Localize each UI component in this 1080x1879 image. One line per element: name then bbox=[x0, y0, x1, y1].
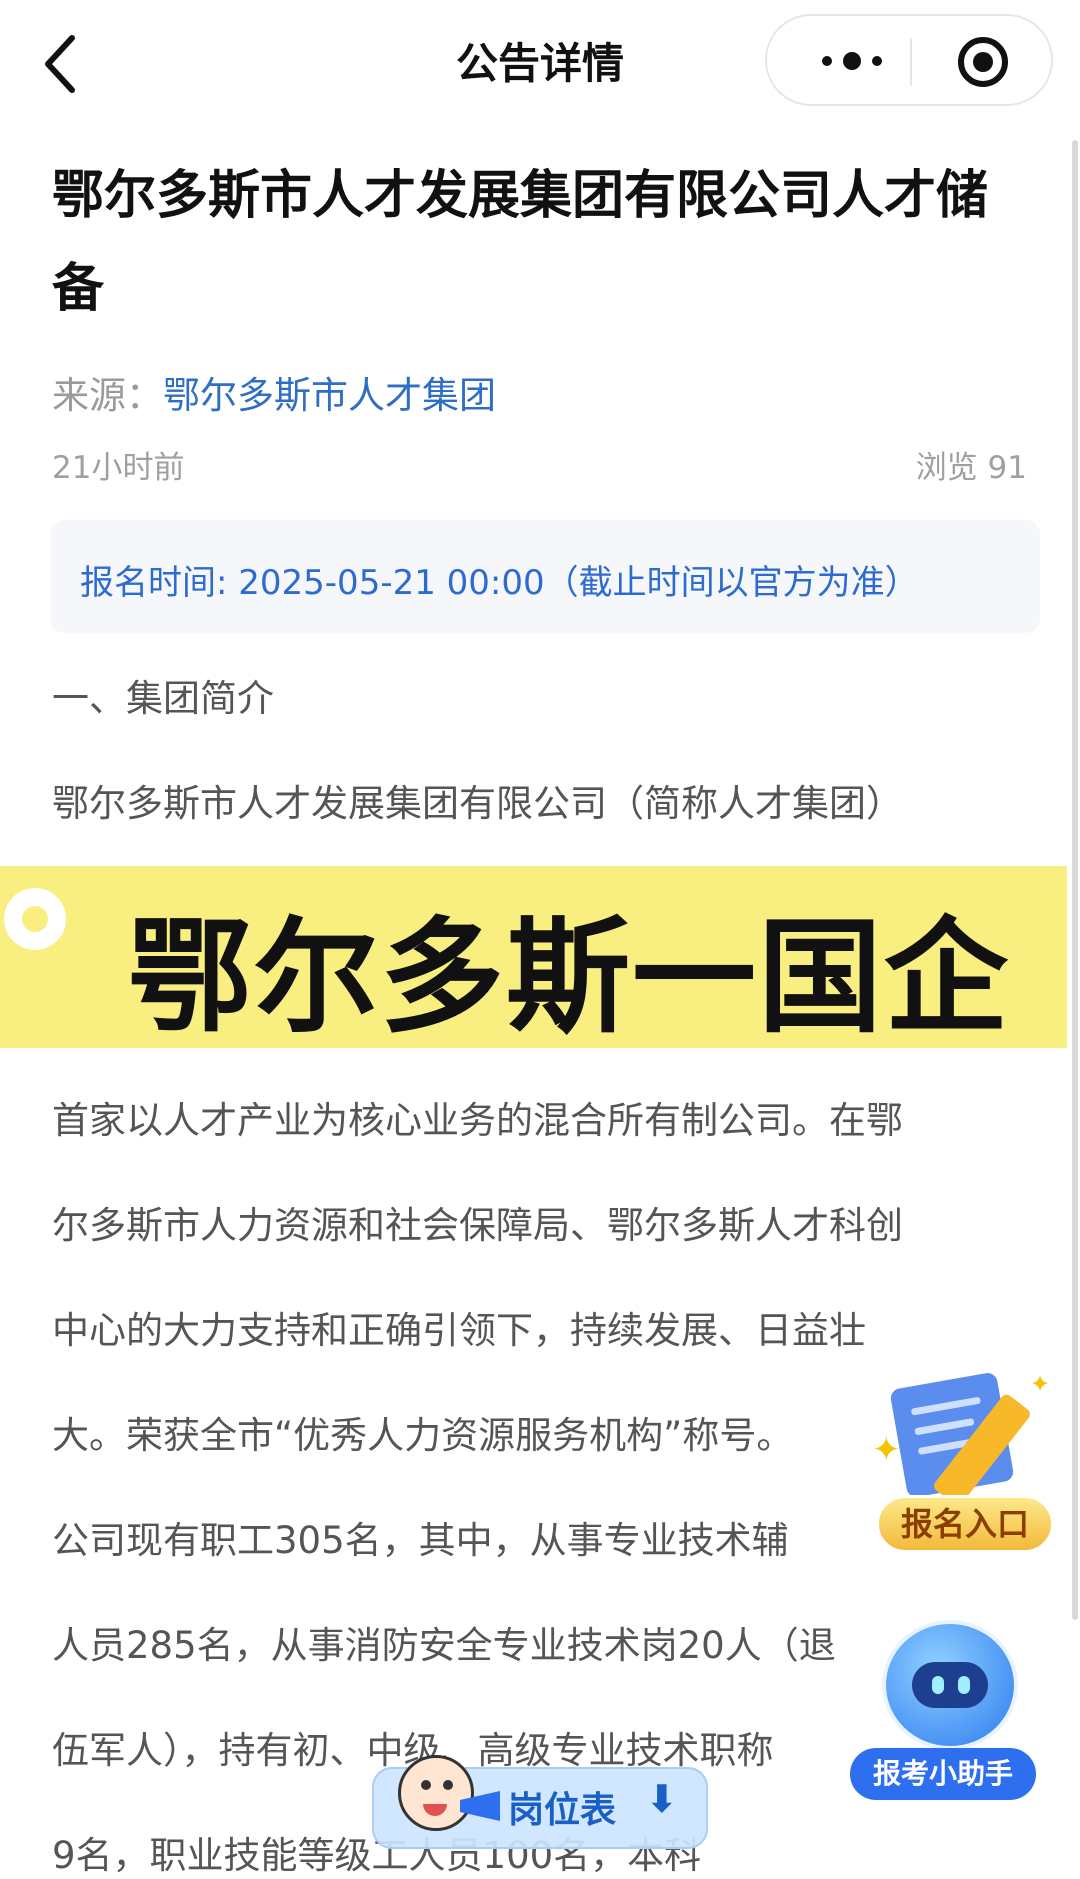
exam-assistant-label: 报考小助手 bbox=[850, 1748, 1036, 1800]
article-source: 来源：鄂尔多斯市人才集团 bbox=[52, 365, 496, 419]
paragraph-line: 大。荣获全市“优秀人力资源服务机构”称号。 bbox=[52, 1414, 794, 1457]
target-circle-icon bbox=[958, 37, 1008, 87]
scrollbar[interactable] bbox=[1072, 140, 1078, 1620]
navigation-bar: 公告详情 bbox=[0, 0, 1080, 125]
robot-icon bbox=[882, 1620, 1018, 1750]
exam-assistant-button[interactable]: 报考小助手 bbox=[850, 1610, 1050, 1810]
article-title: 鄂尔多斯市人才发展集团有限公司人才储备 bbox=[52, 166, 989, 319]
more-button[interactable] bbox=[807, 36, 897, 86]
mascot-icon bbox=[398, 1755, 474, 1831]
paragraph-line: 尔多斯市人力资源和社会保障局、鄂尔多斯人才科创 bbox=[52, 1204, 903, 1247]
source-link[interactable]: 鄂尔多斯市人才集团 bbox=[163, 374, 496, 417]
job-list-button[interactable]: 岗位表 ⬇ bbox=[372, 1755, 708, 1855]
paragraph-line: 鄂尔多斯市人才发展集团有限公司（简称人才集团） bbox=[52, 782, 903, 825]
banner-circle-decoration bbox=[4, 888, 66, 950]
job-list-label: 岗位表 bbox=[508, 1790, 617, 1831]
sparkle-icon: ✦ bbox=[1030, 1370, 1051, 1398]
sparkle-icon: ✦ bbox=[872, 1430, 901, 1470]
registration-info-box: 报名时间: 2025-05-21 00:00（截止时间以官方为准） bbox=[50, 520, 1040, 633]
view-count: 浏览 91 bbox=[915, 450, 1027, 486]
paragraph-line: 公司现有职工305名，其中，从事专业技术辅 bbox=[52, 1519, 789, 1562]
capsule-divider bbox=[910, 38, 912, 86]
section-heading: 一、集团简介 bbox=[52, 677, 274, 720]
publish-time: 21小时前 bbox=[52, 450, 185, 486]
close-target-button[interactable] bbox=[955, 34, 1011, 90]
paragraph-line: 人员285名，从事消防安全专业技术岗20人（退 bbox=[52, 1624, 836, 1667]
overlay-banner: 鄂尔多斯一国企 bbox=[0, 866, 1067, 1050]
miniprogram-capsule bbox=[765, 14, 1053, 106]
download-arrow-icon: ⬇ bbox=[646, 1777, 678, 1821]
register-entry-label: 报名入口 bbox=[876, 1495, 1054, 1553]
paragraph-line: 首家以人才产业为核心业务的混合所有制公司。在鄂 bbox=[52, 1099, 903, 1142]
registration-time: 报名时间: 2025-05-21 00:00（截止时间以官方为准） bbox=[80, 563, 919, 603]
banner-text: 鄂尔多斯一国企 bbox=[128, 906, 1011, 1050]
source-label: 来源： bbox=[52, 374, 163, 417]
paragraph-line: 中心的大力支持和正确引领下，持续发展、日益壮 bbox=[52, 1309, 866, 1352]
more-dots-icon bbox=[822, 52, 882, 70]
register-entry-button[interactable]: ✦ ✦ 报名入口 bbox=[870, 1370, 1060, 1560]
